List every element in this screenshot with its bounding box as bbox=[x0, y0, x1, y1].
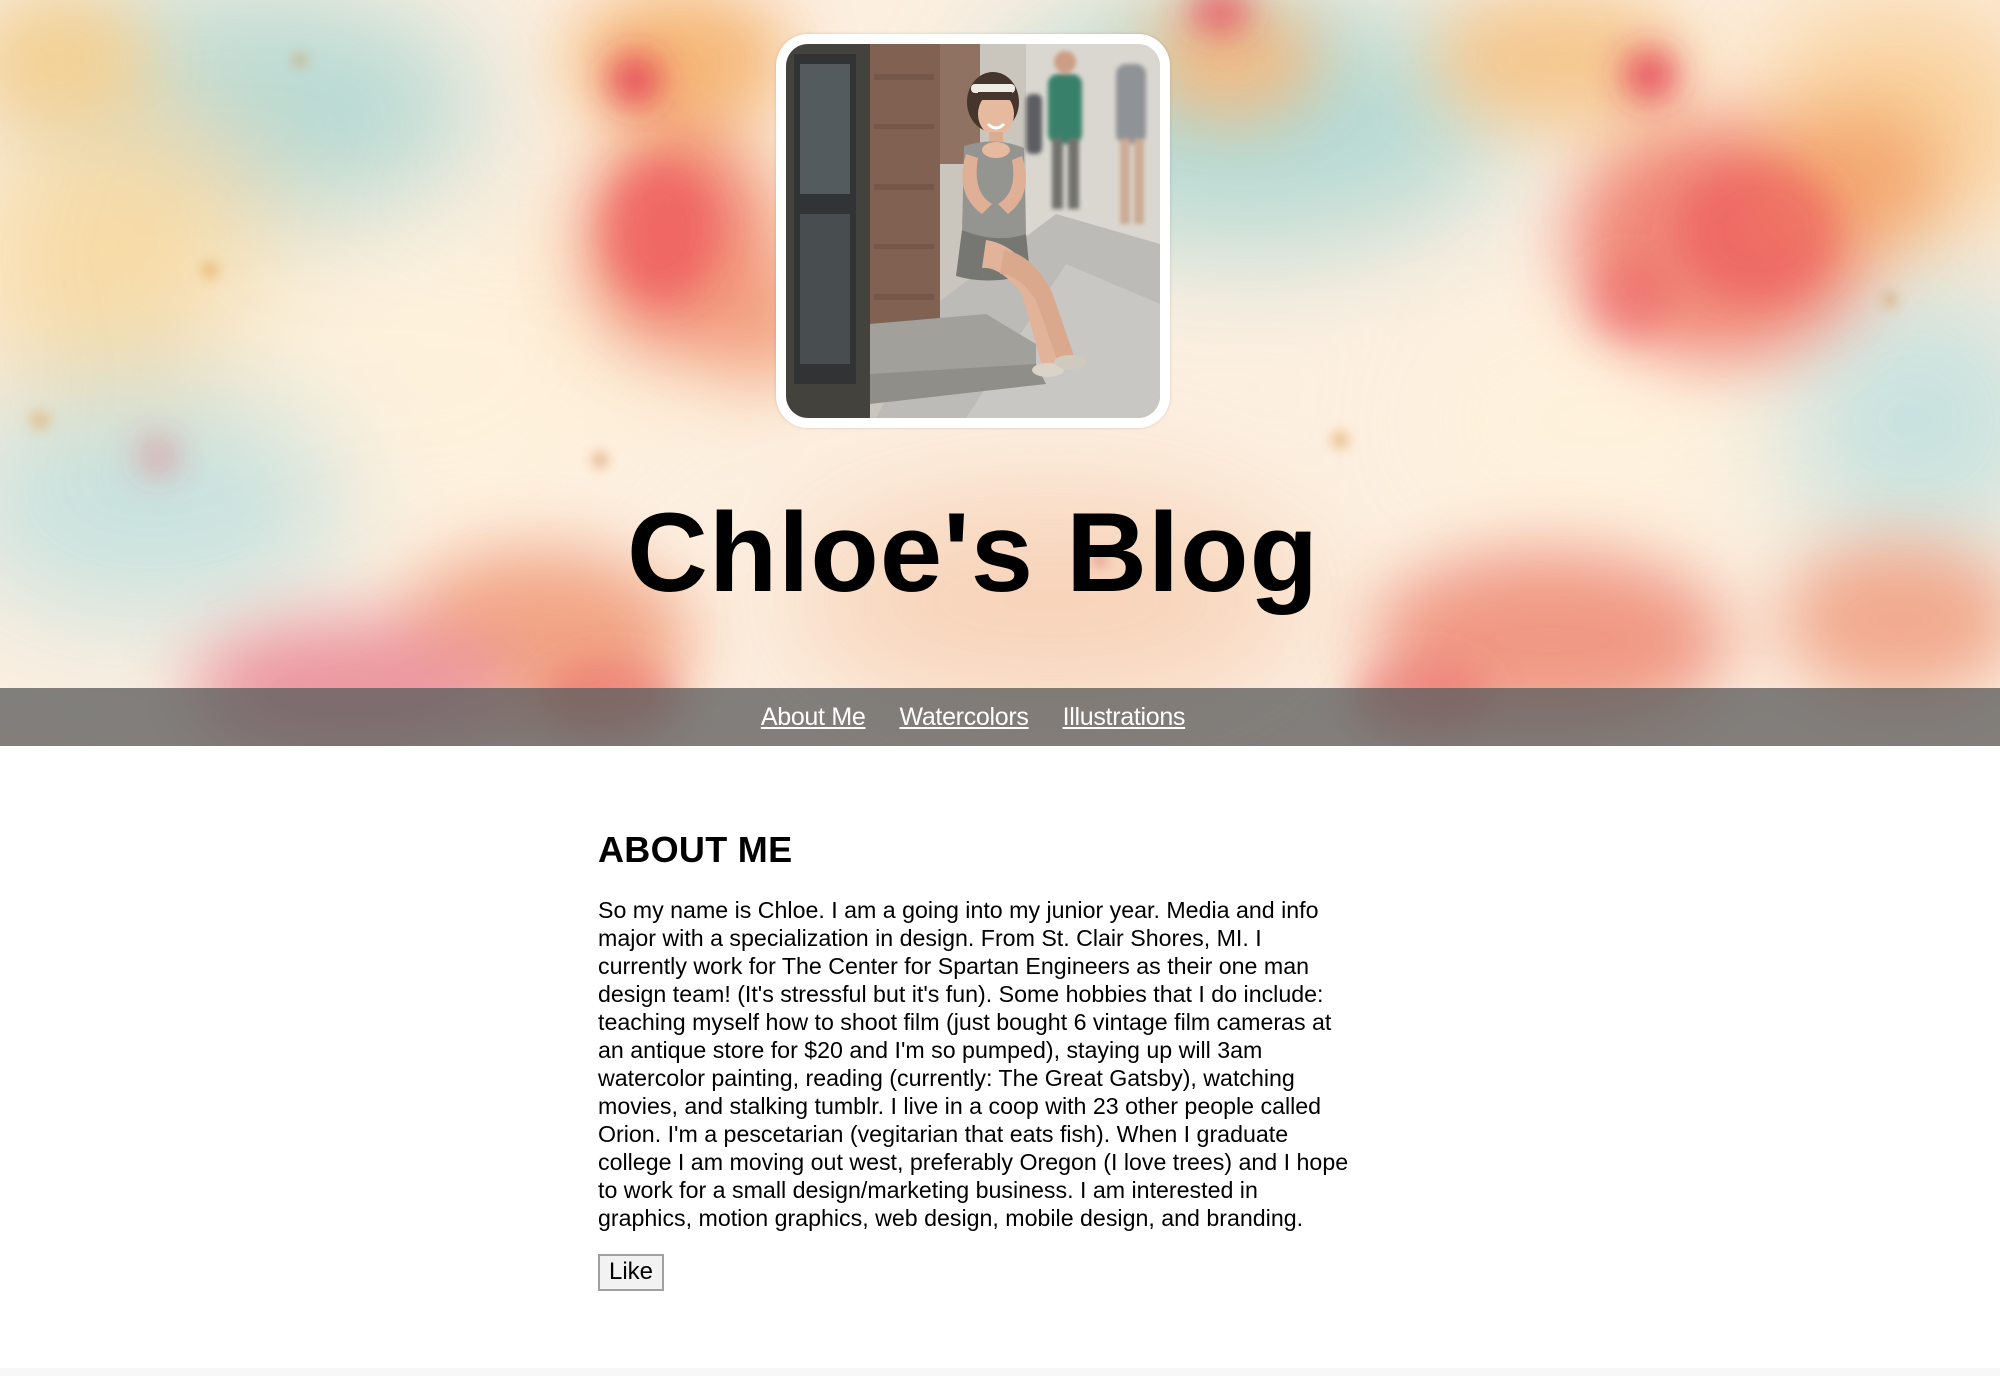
nav-link-illustrations[interactable]: Illustrations bbox=[1063, 703, 1186, 732]
about-body-text: So my name is Chloe. I am a going into m… bbox=[598, 897, 1349, 1231]
about-section: ABOUT ME So my name is Chloe. I am a goi… bbox=[598, 826, 1358, 1291]
like-button[interactable]: Like bbox=[598, 1254, 665, 1291]
nav-link-watercolors[interactable]: Watercolors bbox=[899, 703, 1028, 732]
footer-strip bbox=[0, 1368, 2000, 1376]
profile-photo bbox=[786, 44, 1160, 418]
profile-photo-frame bbox=[776, 34, 1170, 428]
section-heading: ABOUT ME bbox=[598, 829, 793, 870]
blog-page: Chloe's Blog About Me Watercolors Illust… bbox=[0, 0, 2000, 1376]
hero-header: Chloe's Blog About Me Watercolors Illust… bbox=[0, 0, 2000, 746]
profile-photo-image bbox=[786, 44, 1160, 418]
blog-title: Chloe's Blog bbox=[627, 490, 1319, 615]
nav-link-about-me[interactable]: About Me bbox=[761, 703, 866, 732]
main-nav: About Me Watercolors Illustrations bbox=[0, 688, 2000, 746]
nav-links: About Me Watercolors Illustrations bbox=[0, 688, 1946, 746]
